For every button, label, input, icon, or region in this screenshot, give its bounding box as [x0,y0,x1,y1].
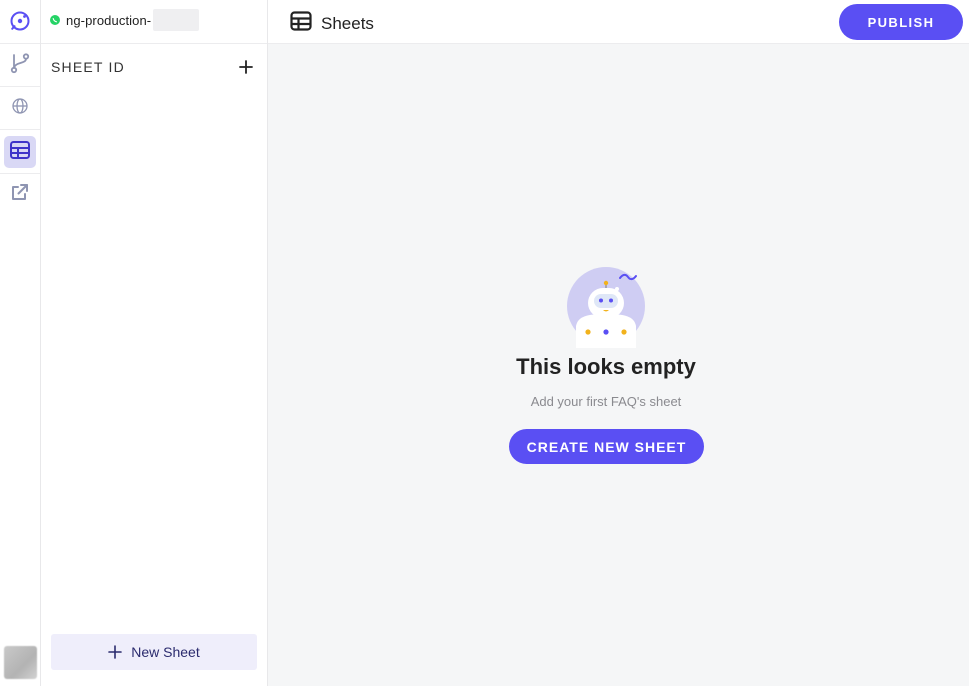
rail-divider [0,173,40,174]
empty-state-title: This looks empty [516,354,696,379]
add-sheet-button[interactable] [237,59,255,79]
rail-divider [0,43,40,44]
new-sheet-button[interactable]: New Sheet [51,634,257,670]
git-branch-icon [9,52,31,79]
rail-divider [0,129,40,130]
globe-icon [11,97,29,120]
rail-item-web[interactable] [4,92,36,124]
page-title-group: Sheets [290,11,374,36]
create-new-sheet-button[interactable]: CREATE NEW SHEET [509,429,704,464]
rail-item-sheets[interactable] [4,136,36,168]
external-link-icon [9,181,31,208]
robot-illustration-icon [566,266,650,348]
plus-icon [239,59,253,79]
sheet-id-header: SHEET ID [51,59,125,75]
table-icon [9,140,31,165]
rail-item-integrations[interactable] [4,178,36,210]
app-logo-icon[interactable] [9,10,31,32]
avatar[interactable] [4,646,37,679]
sidebar-divider [41,43,267,44]
main-content: This looks empty Add your first FAQ's sh… [268,44,969,686]
whatsapp-icon [50,15,60,25]
rail-divider [0,86,40,87]
empty-state-subtitle: Add your first FAQ's sheet [530,394,682,409]
project-selector[interactable]: ng-production- [50,9,200,31]
sheets-sidebar: ng-production- SHEET ID New Sheet [41,0,268,686]
table-icon [290,11,312,36]
page-title: Sheets [321,13,374,33]
plus-icon [108,645,123,659]
redacted-text [153,9,200,31]
project-name: ng-production- [66,12,152,28]
rail-item-flows[interactable] [4,49,36,81]
publish-button[interactable]: PUBLISH [839,4,963,40]
icon-rail [0,0,41,686]
page-header: Sheets PUBLISH [268,0,969,44]
new-sheet-label: New Sheet [131,644,200,660]
app: ng-production- SHEET ID New Sheet Sheets… [0,0,969,686]
